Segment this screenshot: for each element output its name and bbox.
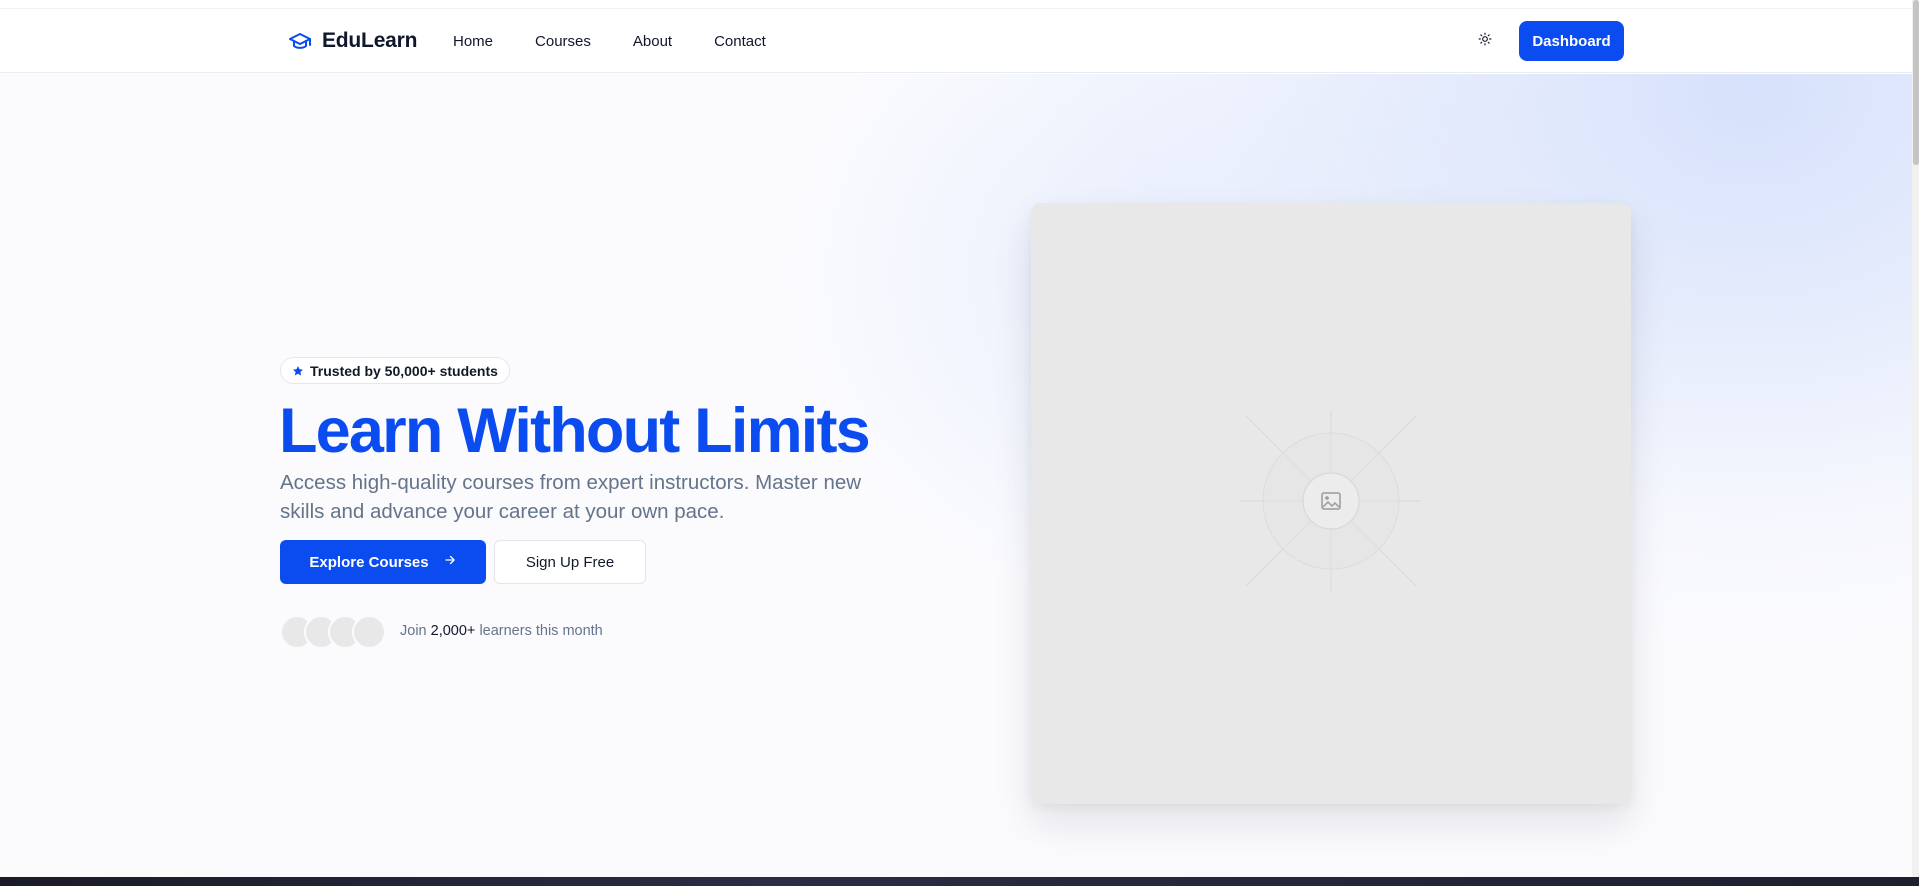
learner-avatars: [280, 615, 390, 649]
social-proof-count: 2,000+: [430, 623, 476, 639]
social-proof-prefix: Join: [400, 623, 427, 639]
image-placeholder-icon: [1241, 411, 1421, 596]
nav-link-home[interactable]: Home: [453, 33, 493, 50]
star-icon: [292, 365, 304, 377]
sun-icon: [1478, 32, 1492, 51]
trust-badge: Trusted by 50,000+ students: [280, 357, 510, 384]
hero-subtext: Access high-quality courses from expert …: [280, 471, 862, 523]
brand-logo[interactable]: EduLearn: [288, 9, 417, 73]
explore-courses-label: Explore Courses: [309, 553, 429, 571]
theme-toggle-button[interactable]: [1473, 29, 1497, 53]
nav-link-about[interactable]: About: [633, 33, 672, 50]
social-proof-suffix: learners this month: [479, 623, 603, 639]
top-navbar: EduLearn Home Courses About Contact Dash…: [0, 9, 1912, 73]
avatar: [352, 615, 386, 649]
dashboard-button[interactable]: Dashboard: [1519, 21, 1624, 61]
arrow-right-icon: [443, 553, 457, 571]
sign-up-free-button[interactable]: Sign Up Free: [494, 540, 646, 584]
social-proof-text: Join 2,000+ learners this month: [400, 623, 603, 639]
nav-link-contact[interactable]: Contact: [714, 33, 766, 50]
trust-badge-text: Trusted by 50,000+ students: [310, 362, 498, 379]
hero-headline: Learn Without Limits: [279, 396, 871, 466]
bottom-edge-strip: [0, 877, 1919, 886]
brand-name: EduLearn: [322, 29, 418, 52]
explore-courses-button[interactable]: Explore Courses: [280, 540, 486, 584]
main-nav: Home Courses About Contact: [453, 9, 808, 73]
nav-link-courses[interactable]: Courses: [535, 33, 591, 50]
window-top-edge: [0, 0, 1919, 9]
hero-image-placeholder: [1031, 203, 1631, 804]
graduation-cap-icon: [288, 29, 312, 53]
page-scrollbar-thumb[interactable]: [1913, 0, 1919, 165]
